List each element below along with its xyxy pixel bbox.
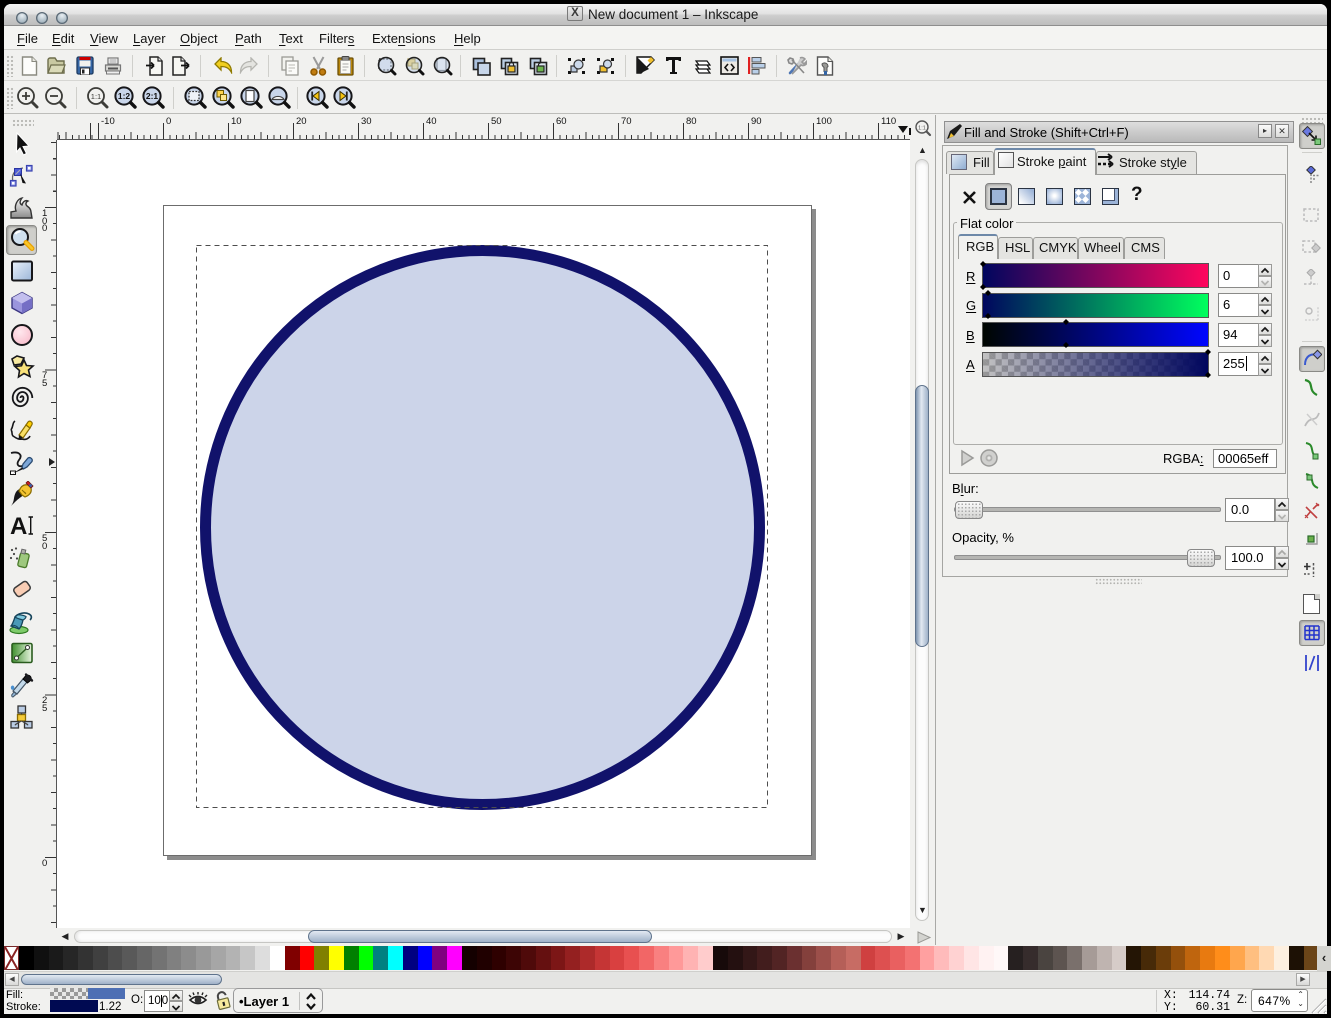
svg-text:2:1: 2:1 bbox=[146, 91, 159, 101]
svg-text:A: A bbox=[10, 514, 27, 538]
svg-text:1:1: 1:1 bbox=[918, 126, 926, 132]
svg-text:1:1: 1:1 bbox=[91, 92, 101, 101]
svg-text:1:2: 1:2 bbox=[118, 91, 131, 101]
